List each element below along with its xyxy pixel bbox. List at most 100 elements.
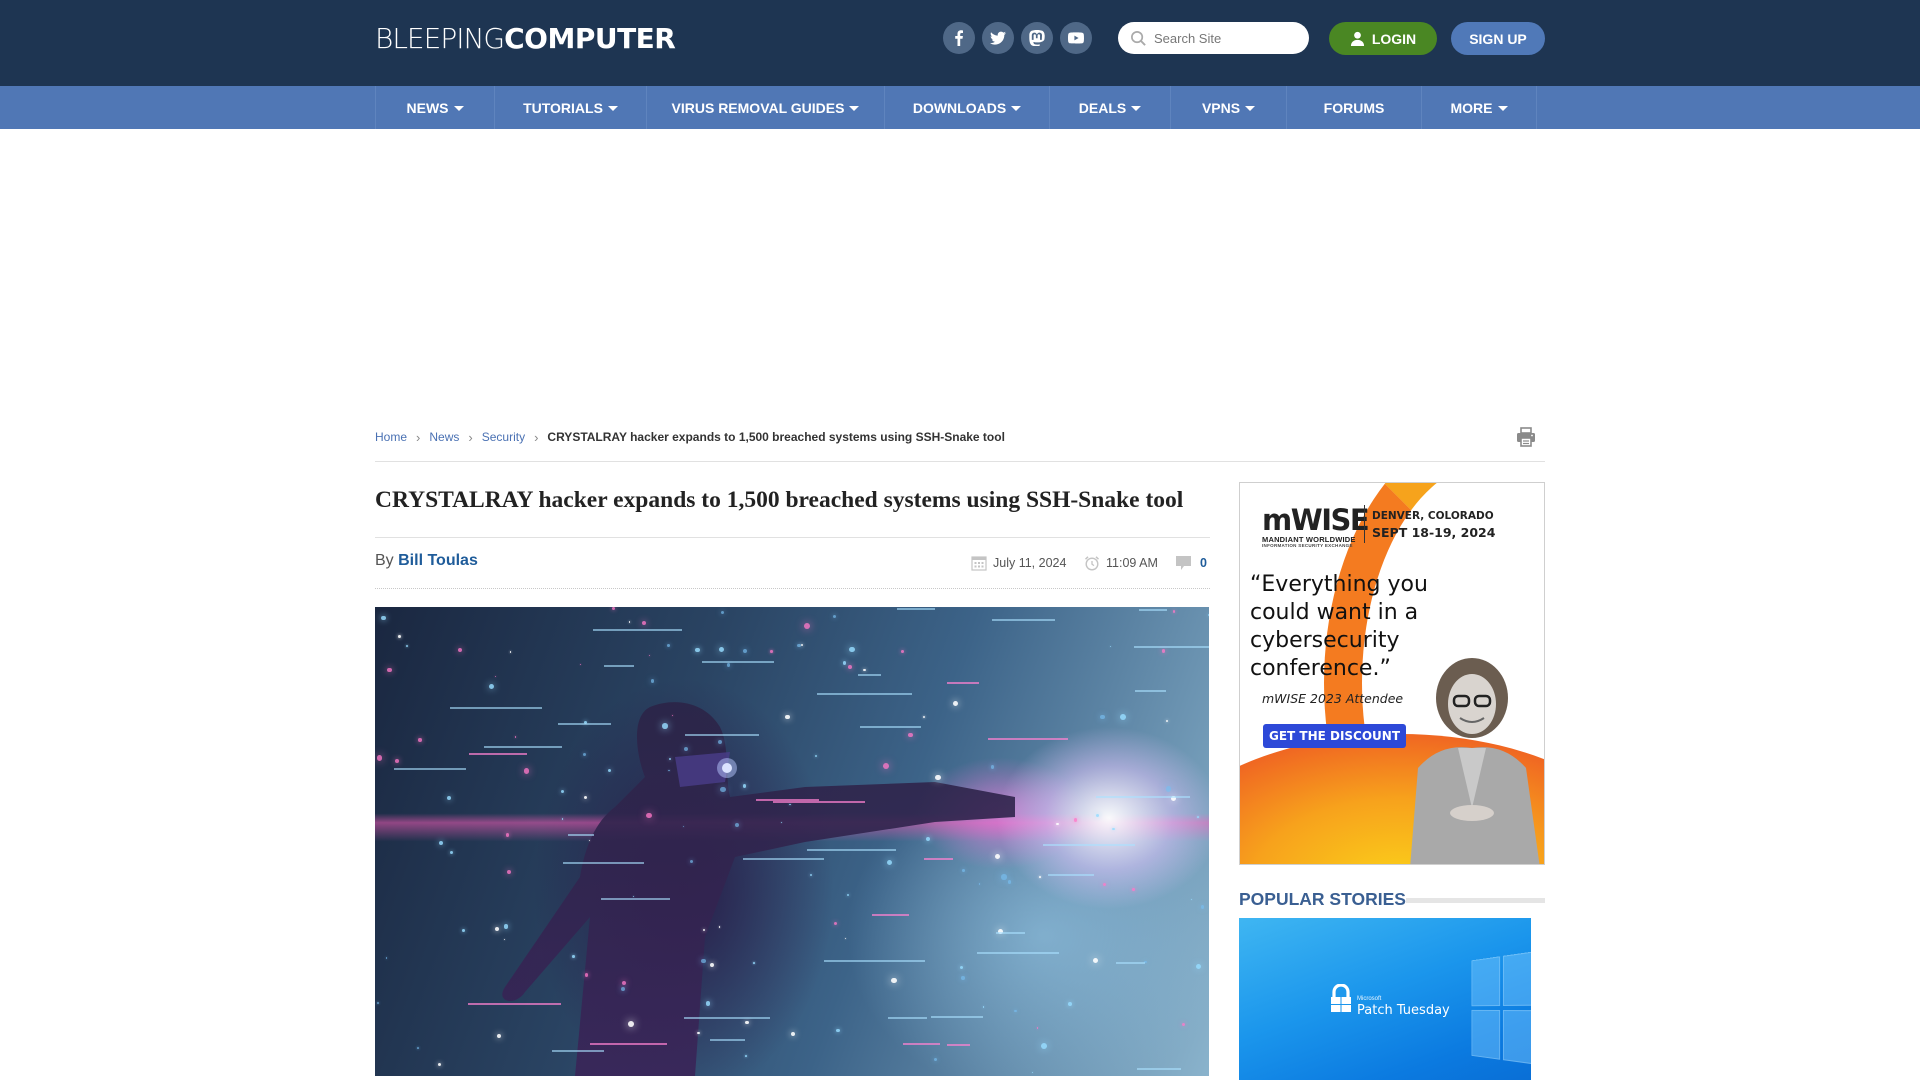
breadcrumb-home[interactable]: Home	[375, 430, 407, 444]
chevron-right-icon: ›	[416, 429, 421, 445]
search-icon	[1131, 30, 1146, 46]
light-streak	[977, 952, 1060, 955]
nav-vpns[interactable]: VPNS	[1170, 86, 1286, 129]
breadcrumb-news[interactable]: News	[429, 430, 459, 444]
light-particle	[666, 644, 670, 648]
light-particle	[381, 615, 386, 620]
light-streak	[468, 1003, 561, 1006]
sidebar-advertisement[interactable]: mWISE MANDIANT WORLDWIDE INFORMATION SEC…	[1239, 482, 1545, 865]
light-streak	[946, 682, 979, 685]
youtube-icon	[1068, 32, 1084, 44]
nav-label: VPNS	[1201, 99, 1241, 116]
get-discount-button[interactable]: GET THE DISCOUNT	[1263, 724, 1406, 748]
nav-news[interactable]: NEWS	[375, 86, 494, 129]
light-streak	[394, 768, 467, 771]
popular-story-image[interactable]: Microsoft Patch Tuesday	[1239, 918, 1531, 1080]
light-streak	[710, 1038, 746, 1041]
light-streak	[1096, 796, 1191, 799]
light-particle	[397, 635, 401, 639]
mastodon-icon	[1029, 30, 1045, 46]
search-input[interactable]	[1154, 30, 1304, 46]
nav-tutorials[interactable]: TUTORIALS	[494, 86, 646, 129]
light-streak	[924, 858, 954, 861]
light-particle	[1095, 813, 1099, 818]
search-box[interactable]	[1118, 22, 1309, 54]
comments-link[interactable]: 0	[1175, 554, 1207, 572]
light-streak	[484, 746, 563, 749]
site-logo[interactable]: BLEEPINGCOMPUTER	[375, 20, 676, 56]
youtube-button[interactable]	[1060, 22, 1092, 54]
time-text: 11:09 AM	[1106, 556, 1158, 570]
light-particle	[961, 976, 965, 980]
light-streak	[995, 931, 1025, 934]
breadcrumb-security[interactable]: Security	[482, 430, 525, 444]
author-link[interactable]: Bill Toulas	[398, 552, 478, 569]
light-streak	[858, 673, 881, 676]
light-particle	[705, 1001, 710, 1006]
comments-count: 0	[1200, 556, 1207, 570]
mastodon-button[interactable]	[1021, 22, 1053, 54]
popular-image-small-text: Microsoft	[1357, 996, 1382, 1002]
nav-forums[interactable]: FORUMS	[1286, 86, 1421, 129]
ad-dates: SEPT 18-19, 2024	[1372, 525, 1496, 540]
nav-deals[interactable]: DEALS	[1049, 86, 1170, 129]
caret-down-icon	[1245, 105, 1256, 111]
light-particle	[376, 755, 383, 761]
light-particle	[734, 822, 739, 827]
light-particle	[982, 1006, 985, 1008]
caret-down-icon	[453, 105, 464, 111]
light-particle	[1165, 786, 1172, 792]
light-particle	[395, 758, 399, 763]
caret-down-icon	[849, 105, 860, 111]
twitter-icon	[990, 31, 1006, 45]
by-label: By	[375, 552, 394, 569]
light-streak	[701, 660, 774, 663]
light-streak	[987, 737, 1068, 740]
print-button[interactable]	[1515, 426, 1537, 448]
site-header: BLEEPINGCOMPUTER LOGIN SIGN UP	[0, 0, 1920, 86]
light-particle	[1197, 816, 1199, 818]
light-particle	[908, 732, 913, 738]
light-particle	[846, 893, 849, 896]
light-particle	[1031, 1071, 1033, 1074]
light-streak	[562, 861, 644, 864]
light-particle	[961, 869, 965, 872]
nav-label: MORE	[1450, 99, 1493, 116]
facebook-button[interactable]	[943, 22, 975, 54]
light-particle	[503, 924, 508, 929]
nav-label: DOWNLOADS	[912, 99, 1007, 116]
light-particle	[1102, 882, 1106, 886]
light-particle	[1067, 1002, 1072, 1007]
signup-button[interactable]: SIGN UP	[1451, 22, 1545, 55]
light-particle	[717, 740, 722, 745]
light-particle	[621, 986, 626, 991]
light-streak	[887, 1016, 928, 1019]
light-particle	[770, 650, 773, 653]
light-particle	[628, 1021, 634, 1027]
light-particle	[1172, 610, 1175, 613]
light-streak	[860, 726, 921, 729]
nav-virus-removal-guides[interactable]: VIRUS REMOVAL GUIDES	[646, 86, 884, 129]
divider	[1406, 898, 1545, 903]
light-streak	[557, 722, 612, 725]
nav-label: VIRUS REMOVAL GUIDES	[671, 99, 845, 116]
light-streak	[902, 1042, 940, 1045]
login-button[interactable]: LOGIN	[1329, 22, 1437, 55]
nav-more[interactable]: MORE	[1421, 86, 1537, 129]
light-particle	[1038, 875, 1041, 878]
article-hero-image	[375, 607, 1209, 1076]
light-particle	[1207, 613, 1209, 617]
light-particle	[1196, 963, 1202, 969]
signup-label: SIGN UP	[1469, 30, 1527, 47]
light-particle	[849, 646, 855, 653]
nav-downloads[interactable]: DOWNLOADS	[884, 86, 1049, 129]
light-particle	[488, 684, 494, 690]
light-streak	[1138, 609, 1168, 612]
light-particle	[1112, 827, 1115, 830]
light-streak	[896, 608, 936, 611]
light-streak	[871, 914, 910, 917]
twitter-button[interactable]	[982, 22, 1014, 54]
light-streak	[1133, 645, 1209, 648]
light-particle	[650, 679, 655, 683]
ad-brand-logo: mWISE	[1262, 503, 1370, 537]
